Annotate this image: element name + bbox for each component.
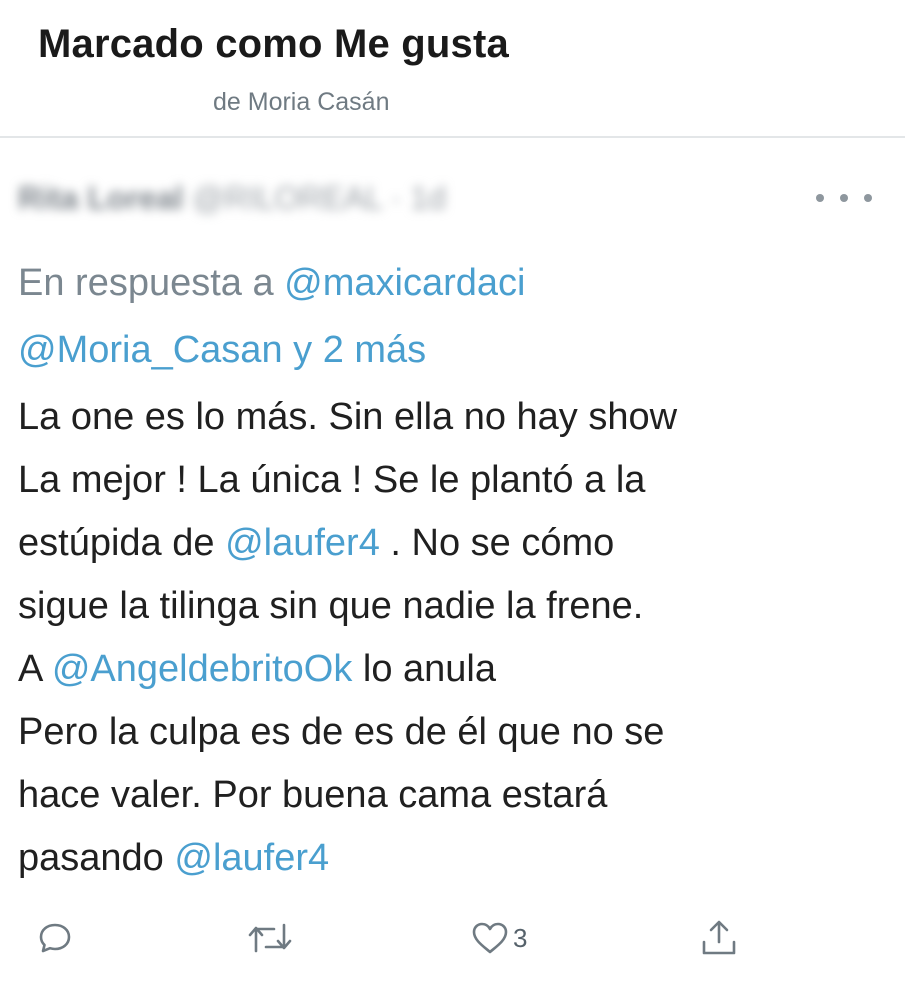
reply-mention-moria[interactable]: @Moria_Casan bbox=[18, 329, 283, 371]
more-horizontal-icon[interactable] bbox=[816, 188, 872, 208]
like-count: 3 bbox=[513, 922, 528, 953]
reply-mention-maxicardaci[interactable]: @maxicardaci bbox=[284, 262, 525, 304]
tweet-actions: 3 bbox=[0, 908, 905, 968]
share-button[interactable] bbox=[700, 916, 738, 960]
retweet-button[interactable] bbox=[246, 916, 294, 960]
tweet-line-1: La one es lo más. Sin ella no hay show bbox=[18, 396, 678, 438]
mention-laufer4[interactable]: @laufer4 bbox=[174, 837, 329, 879]
tweet-line-2: La mejor ! La única ! Se le plantó a la bbox=[18, 459, 646, 501]
reply-bubble-icon bbox=[39, 923, 71, 953]
tweet-line-8: pasando @laufer4 bbox=[18, 827, 888, 890]
tweet-line-7: hace valer. Por buena cama estará bbox=[18, 774, 608, 816]
tweet-text-segment: pasando bbox=[18, 837, 164, 879]
tweet-card[interactable]: Rita Loreal @RILOREAL · 1d En respuesta … bbox=[0, 138, 905, 992]
retweet-icon bbox=[248, 923, 292, 953]
heart-icon bbox=[472, 922, 508, 954]
tweet-line-5: A @AngeldebritoOk lo anula bbox=[18, 638, 888, 701]
page-header: Marcado como Me gusta de Moria Casán bbox=[0, 0, 905, 138]
author-name[interactable]: Rita Loreal bbox=[18, 180, 183, 216]
share-icon bbox=[702, 920, 736, 955]
tweet-text-segment: lo anula bbox=[362, 648, 497, 690]
tweet-text-segment: A bbox=[18, 648, 42, 690]
mention-laufer4[interactable]: @laufer4 bbox=[225, 522, 380, 564]
page-subtitle: de Moria Casán bbox=[213, 88, 390, 116]
tweet-text-segment: estúpida de bbox=[18, 522, 215, 564]
tweet-text: La one es lo más. Sin ella no hay show L… bbox=[18, 386, 888, 890]
reply-context: En respuesta a @maxicardaci @Moria_Casan… bbox=[18, 250, 878, 384]
tweet-line-4: sigue la tilinga sin que nadie la frene. bbox=[18, 585, 644, 627]
like-button[interactable]: 3 bbox=[471, 916, 527, 960]
tweet-line-6: Pero la culpa es de es de él que no se bbox=[18, 711, 665, 753]
reply-more-link[interactable]: y 2 más bbox=[293, 329, 426, 371]
reply-button[interactable] bbox=[38, 916, 72, 960]
tweet-text-segment: . No se cómo bbox=[390, 522, 615, 564]
tweet-author-line[interactable]: Rita Loreal @RILOREAL · 1d bbox=[18, 180, 446, 217]
author-handle[interactable]: @RILOREAL bbox=[192, 180, 382, 216]
tweet-line-3: estúpida de @laufer4 . No se cómo bbox=[18, 512, 888, 575]
mention-angeldebritook[interactable]: @AngeldebritoOk bbox=[52, 648, 353, 690]
tweet-time: · 1d bbox=[390, 180, 446, 216]
page-title: Marcado como Me gusta bbox=[38, 22, 509, 66]
reply-prefix: En respuesta a bbox=[18, 262, 274, 304]
